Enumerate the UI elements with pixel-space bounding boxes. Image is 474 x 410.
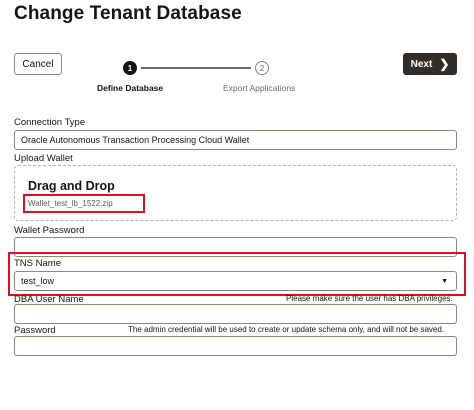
step-connector-line (141, 67, 251, 69)
password-label: Password (14, 325, 56, 336)
next-button[interactable]: Next ❯ (403, 53, 457, 75)
page-title: Change Tenant Database (14, 3, 242, 24)
step-2-label: Export Applications (223, 83, 296, 93)
connection-type-value: Oracle Autonomous Transaction Processing… (21, 135, 250, 145)
next-button-label: Next (410, 58, 433, 70)
connection-type-label: Connection Type (14, 117, 86, 128)
chevron-right-icon: ❯ (439, 57, 450, 71)
file-name-highlight (23, 194, 145, 213)
dba-user-name-hint: Please make sure the user has DBA privil… (286, 294, 453, 303)
cancel-button[interactable]: Cancel (14, 53, 62, 75)
dropzone-title: Drag and Drop (28, 179, 115, 193)
upload-wallet-label: Upload Wallet (14, 153, 73, 164)
step-1-indicator[interactable]: 1 (123, 61, 137, 75)
wallet-password-label: Wallet Password (14, 225, 85, 236)
password-hint: The admin credential will be used to cre… (128, 325, 445, 334)
step-1-label: Define Database (97, 83, 164, 93)
password-field[interactable] (14, 336, 457, 356)
dba-user-name-field[interactable] (14, 304, 457, 324)
connection-type-select[interactable]: Oracle Autonomous Transaction Processing… (14, 130, 457, 150)
step-2-indicator[interactable]: 2 (255, 61, 269, 75)
tns-name-highlight (8, 252, 466, 296)
